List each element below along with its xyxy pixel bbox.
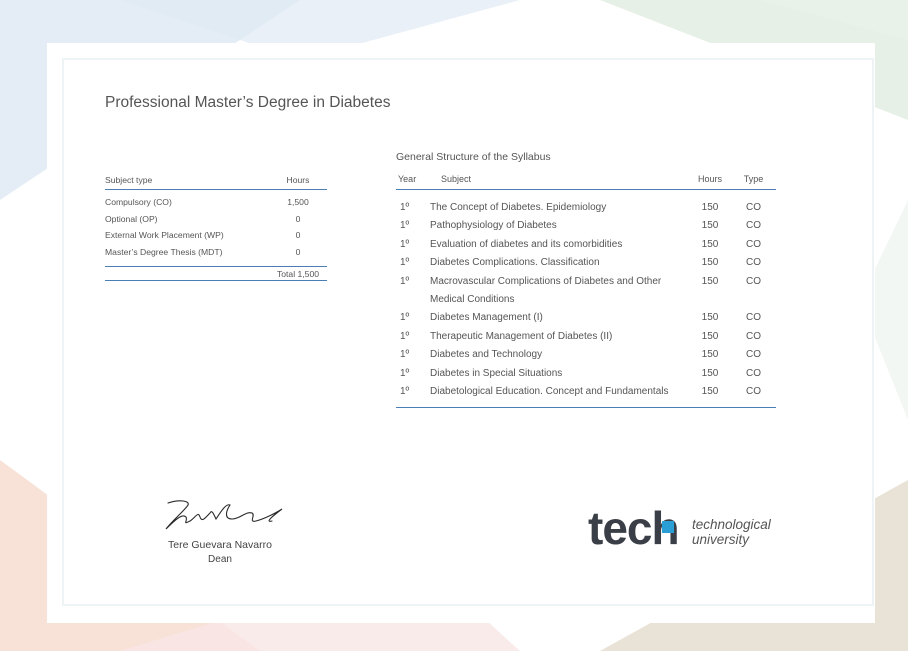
subject-type-cell: Master’s Degree Thesis (MDT)	[105, 246, 223, 257]
year-cell: 1º	[400, 349, 410, 361]
signature-icon	[165, 500, 283, 530]
subject-type-table: Subject type Hours Compulsory (CO) 1,500…	[105, 174, 327, 281]
year-cell: 1º	[400, 238, 410, 250]
hours-cell: 150	[701, 257, 719, 269]
tech-logo-icon: tech technological university	[588, 505, 771, 551]
total-hours: Total 1,500	[269, 266, 327, 281]
logo-line1: technological	[692, 517, 771, 532]
table-row: Compulsory (CO) 1,500	[105, 190, 327, 211]
year-cell: 1º	[400, 257, 410, 269]
subject-cell: Therapeutic Management of Diabetes (II)	[430, 330, 613, 342]
hours-cell: 150	[701, 202, 719, 213]
year-cell: 1º	[400, 367, 410, 379]
hours-cell: 150	[701, 330, 719, 342]
subject-cell: Diabetes Complications. Classification	[430, 257, 600, 269]
total-row: Total 1,500	[105, 266, 327, 281]
year-cell: 1º	[400, 220, 410, 232]
syllabus-title: General Structure of the Syllabus	[396, 151, 551, 163]
table-row: 1º Pathophysiology of Diabetes 150 CO	[396, 217, 776, 235]
subject-cell: Diabetological Education. Concept and Fu…	[430, 383, 689, 409]
type-cell: CO	[746, 367, 761, 379]
type-cell: CO	[746, 238, 761, 250]
subject-cell: Pathophysiology of Diabetes	[430, 220, 557, 232]
type-cell: CO	[746, 330, 761, 342]
table-header-row: Subject type Hours	[105, 174, 327, 190]
table-row: 1º Diabetological Education. Concept and…	[396, 383, 776, 409]
hours-cell: 150	[701, 275, 719, 287]
subject-cell: The Concept of Diabetes. Epidemiology	[430, 202, 607, 213]
logo-subtitle: technological university	[692, 517, 812, 547]
hours-cell: 1,500	[287, 197, 309, 208]
table-row: 1º Diabetes and Technology 150 CO	[396, 346, 776, 364]
subject-cell: Macrovascular Complications of Diabetes …	[430, 275, 662, 306]
subject-cell: Evaluation of diabetes and its comorbidi…	[430, 238, 623, 250]
table-row: External Work Placement (WP) 0	[105, 227, 327, 244]
table-row: Master’s Degree Thesis (MDT) 0	[105, 244, 327, 267]
hours-cell: 150	[701, 349, 719, 361]
type-cell: CO	[731, 383, 776, 409]
logo-accent-icon	[662, 521, 674, 533]
year-cell: 1º	[400, 275, 410, 287]
table-row: 1º Therapeutic Management of Diabetes (I…	[396, 328, 776, 346]
hours-cell: 150	[701, 220, 719, 232]
year-cell: 1º	[400, 202, 410, 213]
type-cell: CO	[746, 220, 761, 232]
table-row: 1º Diabetes Management (I) 150 CO	[396, 309, 776, 327]
table-header-row: Year Subject Hours Type	[396, 172, 776, 190]
logo-line2: university	[692, 532, 750, 547]
year-cell: 1º	[396, 383, 430, 409]
header-type: Type	[731, 172, 776, 190]
hours-cell: 0	[295, 230, 301, 241]
table-row: Optional (OP) 0	[105, 211, 327, 228]
subject-cell: Diabetes in Special Situations	[430, 367, 563, 379]
header-subject: Subject	[430, 172, 689, 190]
table-row: 1º Diabetes Complications. Classificatio…	[396, 254, 776, 272]
table-row: 1º The Concept of Diabetes. Epidemiology…	[396, 190, 776, 218]
type-cell: CO	[746, 312, 761, 324]
signer-name: Tere Guevara Navarro	[168, 539, 272, 551]
hours-cell: 150	[689, 383, 731, 409]
table-row: 1º Diabetes in Special Situations 150 CO	[396, 365, 776, 383]
table-row: 1º Macrovascular Complications of Diabet…	[396, 273, 776, 310]
type-cell: CO	[746, 349, 761, 361]
subject-type-cell: External Work Placement (WP)	[105, 230, 224, 241]
hours-cell: 150	[701, 312, 719, 324]
header-subject-type: Subject type	[105, 174, 269, 190]
hours-cell: 150	[701, 238, 719, 250]
type-cell: CO	[746, 257, 761, 269]
subject-type-cell: Compulsory (CO)	[105, 197, 172, 208]
header-hours: Hours	[689, 172, 731, 190]
type-cell: CO	[746, 275, 761, 287]
signer-role: Dean	[208, 554, 232, 565]
subject-type-cell: Optional (OP)	[105, 213, 158, 224]
header-year: Year	[396, 172, 430, 190]
year-cell: 1º	[400, 330, 410, 342]
subject-cell: Diabetes Management (I)	[430, 312, 543, 324]
header-hours: Hours	[269, 174, 327, 190]
table-row: 1º Evaluation of diabetes and its comorb…	[396, 236, 776, 254]
year-cell: 1º	[400, 312, 410, 324]
subject-cell: Diabetes and Technology	[430, 349, 543, 361]
syllabus-table: Year Subject Hours Type 1º The Concept o…	[396, 172, 776, 409]
hours-cell: 0	[295, 213, 301, 224]
page-title: Professional Master’s Degree in Diabetes	[105, 94, 391, 111]
hours-cell: 150	[701, 367, 719, 379]
type-cell: CO	[746, 202, 761, 213]
hours-cell: 0	[295, 246, 301, 257]
